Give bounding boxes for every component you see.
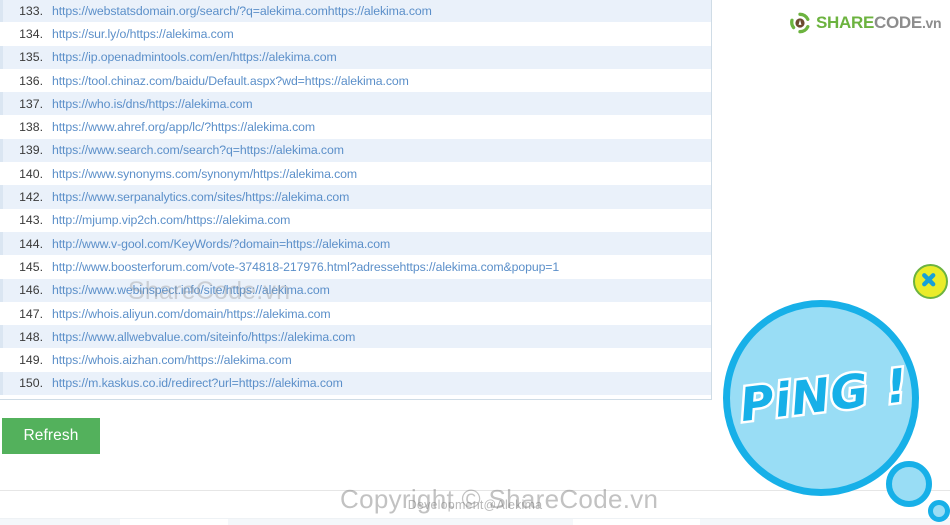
backlink-url-link[interactable]: https://whois.aizhan.com/https://alekima… — [52, 353, 292, 367]
backlink-url-link[interactable]: https://www.synonyms.com/synonym/https:/… — [52, 167, 357, 181]
backlink-row-index: 149. — [19, 353, 43, 368]
logo-tld: .vn — [921, 15, 942, 31]
backlink-row: 150. https://m.kaskus.co.id/redirect?url=… — [0, 371, 711, 396]
page-root: 133. https://webstatsdomain.org/search/?q… — [0, 0, 950, 525]
backlink-url-link[interactable]: http://www.boosterforum.com/vote-374818-… — [52, 260, 559, 274]
backlink-row: 137. https://who.is/dns/https://alekima.c… — [0, 92, 711, 116]
backlink-row-index: 150. — [19, 376, 43, 391]
backlink-row-index: 137. — [19, 96, 43, 111]
backlink-row: 138. https://www.ahref.org/app/lc/?https:… — [0, 115, 711, 139]
ad-bubble-tail-small — [928, 500, 950, 522]
ad-bubble-tail-large — [886, 461, 932, 507]
footer-bottom-strip — [0, 518, 950, 525]
sharecode-logo-text: SHARECODE.vn — [816, 13, 942, 33]
backlink-row-index: 140. — [19, 166, 43, 181]
ad-close-button[interactable] — [913, 264, 948, 299]
backlink-row-index: 144. — [19, 236, 43, 251]
backlink-row-index: 145. — [19, 259, 43, 274]
backlink-url-link[interactable]: https://www.ahref.org/app/lc/?https://al… — [52, 120, 315, 134]
backlink-row-index: 135. — [19, 50, 43, 65]
footer-text: Development@Alekima — [407, 498, 543, 512]
backlink-row: 135. https://ip.openadmintools.com/en/htt… — [0, 45, 711, 69]
backlink-url-link[interactable]: https://who.is/dns/https://alekima.com — [52, 97, 253, 111]
backlink-list-panel: 133. https://webstatsdomain.org/search/?q… — [0, 0, 712, 400]
backlink-url-link[interactable]: https://webstatsdomain.org/search/?q=ale… — [52, 4, 432, 18]
recycle-leaf-icon — [789, 12, 811, 34]
backlink-row-index: 136. — [19, 73, 43, 88]
backlink-row-index: 134. — [19, 26, 43, 41]
backlink-url-link[interactable]: https://www.serpanalytics.com/sites/http… — [52, 190, 349, 204]
backlink-row: 145. http://www.boosterforum.com/vote-374… — [0, 255, 711, 279]
backlink-row-index: 146. — [19, 283, 43, 298]
backlink-row: 139. https://www.search.com/search?q=http… — [0, 138, 711, 163]
backlink-row: 142. https://www.serpanalytics.com/sites/… — [0, 185, 711, 209]
backlink-url-link[interactable]: https://www.allwebvalue.com/siteinfo/htt… — [52, 330, 355, 344]
backlink-url-link[interactable]: https://ip.openadmintools.com/en/https:/… — [52, 50, 337, 64]
backlink-url-link[interactable]: https://whois.aliyun.com/domain/https://… — [52, 307, 331, 321]
backlink-url-link[interactable]: https://m.kaskus.co.id/redirect?url=http… — [52, 376, 343, 390]
backlink-row: 140. https://www.synonyms.com/synonym/htt… — [0, 162, 711, 186]
backlink-row: 149. https://whois.aizhan.com/https://ale… — [0, 348, 711, 372]
backlink-row-index: 147. — [19, 306, 43, 321]
refresh-button[interactable]: Refresh — [2, 418, 100, 454]
backlink-row-index: 138. — [19, 120, 43, 135]
sharecode-logo: SHARECODE.vn — [789, 12, 942, 34]
backlink-row: 143. http://mjump.vip2ch.com/https://alek… — [0, 208, 711, 232]
backlink-row-index: 143. — [19, 213, 43, 228]
logo-share: SHARE — [816, 13, 875, 32]
backlink-url-link[interactable]: https://www.search.com/search?q=https://… — [52, 143, 344, 157]
backlink-row: 134. https://sur.ly/o/https://alekima.com — [0, 22, 711, 46]
backlink-url-link[interactable]: https://www.webinspect.info/site/https:/… — [52, 283, 330, 297]
backlink-row-index: 142. — [19, 190, 43, 205]
backlink-row: 147. https://whois.aliyun.com/domain/http… — [0, 301, 711, 326]
backlink-row-index: 148. — [19, 329, 43, 344]
backlink-url-link[interactable]: https://sur.ly/o/https://alekima.com — [52, 27, 234, 41]
logo-code: CODE — [874, 13, 922, 32]
backlink-url-link[interactable]: https://tool.chinaz.com/baidu/Default.as… — [52, 74, 409, 88]
backlink-row-index: 133. — [19, 3, 43, 18]
backlink-row: 146. https://www.webinspect.info/site/htt… — [0, 278, 711, 302]
backlink-url-link[interactable]: http://mjump.vip2ch.com/https://alekima.… — [52, 213, 290, 227]
backlink-row: 144. http://www.v-gool.com/KeyWords/?doma… — [0, 231, 711, 256]
backlink-row: 148. https://www.allwebvalue.com/siteinfo… — [0, 325, 711, 349]
close-x-icon — [922, 273, 936, 287]
backlink-url-link[interactable]: http://www.v-gool.com/KeyWords/?domain=h… — [52, 237, 390, 251]
backlink-row: 136. https://tool.chinaz.com/baidu/Defaul… — [0, 68, 711, 93]
backlink-row-index: 139. — [19, 143, 43, 158]
backlink-list: 133. https://webstatsdomain.org/search/?q… — [0, 0, 711, 396]
backlink-row: 133. https://webstatsdomain.org/search/?q… — [0, 0, 711, 23]
